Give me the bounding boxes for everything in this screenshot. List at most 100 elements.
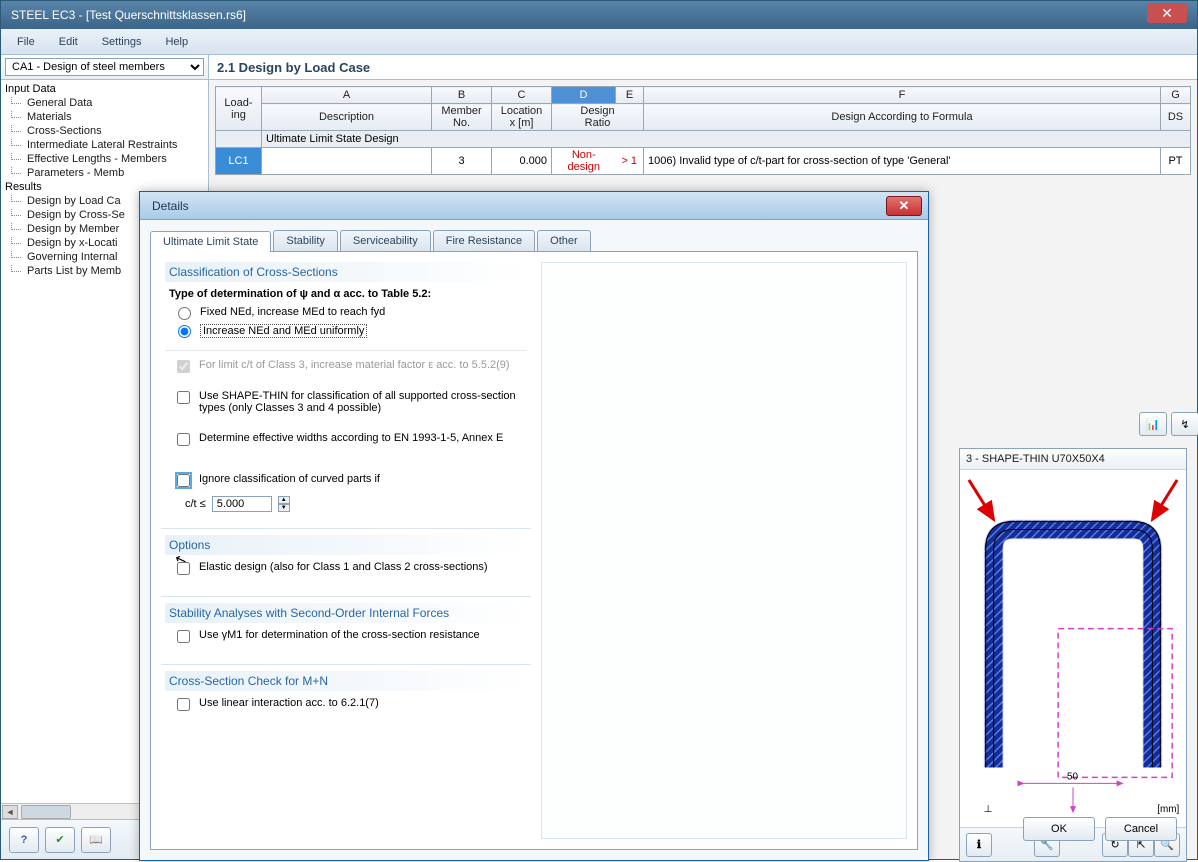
menu-edit[interactable]: Edit	[49, 32, 88, 52]
check-linear-interaction-input[interactable]	[177, 698, 190, 711]
case-selector-wrap: CA1 - Design of steel members	[1, 55, 209, 79]
ct-label: c/t ≤	[185, 498, 206, 510]
tree-input-data[interactable]: Input Data	[5, 82, 204, 96]
radio-fixed-ned[interactable]: Fixed NEd, increase MEd to reach fyd	[165, 304, 527, 322]
check-gamma-m1-input[interactable]	[177, 630, 190, 643]
tree-lateral-restraints[interactable]: Intermediate Lateral Restraints	[5, 138, 204, 152]
ct-spin-up[interactable]: ▲	[278, 496, 290, 504]
shape-info-button[interactable]: ℹ	[966, 833, 992, 857]
ct-spinner: c/t ≤ ▲ ▼	[165, 496, 527, 512]
app-window: STEEL EC3 - [Test Querschnittsklassen.rs…	[0, 0, 1198, 860]
dialog-titlebar[interactable]: Details ✕	[140, 192, 928, 220]
svg-text:⊥: ⊥	[984, 804, 993, 815]
bottom-buttons: OK Cancel	[1023, 817, 1177, 841]
menu-help[interactable]: Help	[155, 32, 198, 52]
tab-stability[interactable]: Stability	[273, 230, 338, 251]
cell-ds[interactable]: PT	[1161, 148, 1191, 175]
check-annex-e[interactable]: Determine effective widths according to …	[165, 430, 527, 451]
col-letter-f[interactable]: F	[644, 87, 1161, 104]
tab-fire[interactable]: Fire Resistance	[433, 230, 535, 251]
tab-serviceability[interactable]: Serviceability	[340, 230, 431, 251]
book-button[interactable]: 📖	[81, 827, 111, 853]
tab-content: Classification of Cross-Sections Type of…	[150, 252, 918, 850]
cell-location[interactable]: 0.000	[492, 148, 552, 175]
col-location[interactable]: Location x [m]	[492, 104, 552, 131]
cell-ratio-text[interactable]: Non-design	[552, 148, 616, 175]
ct-value-input[interactable]	[212, 496, 272, 512]
col-letter-b[interactable]: B	[432, 87, 492, 104]
check-ignore-curved-input[interactable]	[177, 474, 190, 487]
view-toolbar: 📊 ↯ ▦ ⟀ ▯ ↗ ◎ 👁	[1139, 412, 1198, 436]
check-linear-interaction[interactable]: Use linear interaction acc. to 6.2.1(7)	[165, 695, 527, 716]
col-description[interactable]: Description	[262, 104, 432, 131]
tab-uls[interactable]: Ultimate Limit State	[150, 231, 271, 252]
help-button[interactable]: ?	[9, 827, 39, 853]
col-letter-c[interactable]: C	[492, 87, 552, 104]
table-section-row: Ultimate Limit State Design	[216, 131, 1191, 148]
ok-button[interactable]: OK	[1023, 817, 1095, 841]
shape-viewport[interactable]: 50 [mm] ⊥	[960, 470, 1186, 827]
col-letter-e[interactable]: E	[616, 87, 644, 104]
check-elastic-design-input[interactable]	[177, 562, 190, 575]
window-close-button[interactable]: ✕	[1147, 3, 1187, 23]
cell-member[interactable]: 3	[432, 148, 492, 175]
results-table: Load- ing A B C D E F G Description Memb…	[215, 86, 1191, 175]
group-classification-title: Classification of Cross-Sections	[165, 262, 527, 282]
check-limit-class3: For limit c/t of Class 3, increase mater…	[165, 357, 527, 378]
page-heading: 2.1 Design by Load Case	[209, 55, 1197, 79]
check-elastic-design-label: Elastic design (also for Class 1 and Cla…	[199, 561, 488, 573]
case-selector[interactable]: CA1 - Design of steel members	[5, 58, 204, 76]
view-btn-1[interactable]: 📊	[1139, 412, 1167, 436]
check-shapethin[interactable]: Use SHAPE-THIN for classification of all…	[165, 388, 527, 416]
tree-cross-sections[interactable]: Cross-Sections	[5, 124, 204, 138]
cell-lc[interactable]: LC1	[216, 148, 262, 175]
scroll-left-icon[interactable]: ◄	[2, 805, 18, 819]
check-annex-e-label: Determine effective widths according to …	[199, 432, 503, 444]
radio-fixed-ned-input[interactable]	[178, 307, 191, 320]
check-elastic-design[interactable]: Elastic design (also for Class 1 and Cla…	[165, 559, 527, 580]
cancel-button[interactable]: Cancel	[1105, 817, 1177, 841]
radio-increase-uniformly-input[interactable]	[178, 325, 191, 338]
col-design-ratio[interactable]: Design Ratio	[552, 104, 644, 131]
tree-effective-lengths[interactable]: Effective Lengths - Members	[5, 152, 204, 166]
col-loading[interactable]: Load- ing	[216, 87, 262, 131]
results-table-wrap: Load- ing A B C D E F G Description Memb…	[215, 86, 1191, 175]
cell-ratio-symbol[interactable]: > 1	[616, 148, 644, 175]
radio-increase-uniformly[interactable]: Increase NEd and MEd uniformly	[165, 322, 527, 340]
tree-materials[interactable]: Materials	[5, 110, 204, 124]
check-annex-e-input[interactable]	[177, 433, 190, 446]
toprow: CA1 - Design of steel members 2.1 Design…	[1, 55, 1197, 80]
section-label: Ultimate Limit State Design	[262, 131, 1191, 148]
dim-50: 50	[1067, 771, 1079, 782]
dialog-tabs: Ultimate Limit State Stability Serviceab…	[150, 230, 918, 252]
view-btn-2[interactable]: ↯	[1171, 412, 1198, 436]
cell-formula[interactable]: 1006) Invalid type of c/t-part for cross…	[644, 148, 1161, 175]
scroll-thumb[interactable]	[21, 805, 71, 819]
col-letter-a[interactable]: A	[262, 87, 432, 104]
cell-description[interactable]	[262, 148, 432, 175]
check-gamma-m1[interactable]: Use γM1 for determination of the cross-s…	[165, 627, 527, 648]
col-member-no[interactable]: Member No.	[432, 104, 492, 131]
tree-general-data[interactable]: General Data	[5, 96, 204, 110]
check-linear-interaction-label: Use linear interaction acc. to 6.2.1(7)	[199, 697, 379, 709]
help-icon: ?	[21, 834, 28, 846]
dialog-close-button[interactable]: ✕	[886, 196, 922, 216]
tab-other[interactable]: Other	[537, 230, 591, 251]
menu-settings[interactable]: Settings	[92, 32, 152, 52]
tree-parameters[interactable]: Parameters - Memb	[5, 166, 204, 180]
window-title: STEEL EC3 - [Test Querschnittsklassen.rs…	[11, 8, 246, 22]
check-ignore-curved[interactable]: Ignore classification of curved parts if	[165, 471, 527, 492]
check-shapethin-input[interactable]	[177, 391, 190, 404]
check-button[interactable]: ✔	[45, 827, 75, 853]
details-dialog: Details ✕ Ultimate Limit State Stability…	[139, 191, 929, 861]
col-ds[interactable]: DS	[1161, 104, 1191, 131]
col-letter-g[interactable]: G	[1161, 87, 1191, 104]
dialog-title: Details	[146, 199, 189, 213]
group-options-title: Options	[165, 535, 527, 555]
col-design-formula[interactable]: Design According to Formula	[644, 104, 1161, 131]
ct-spin-down[interactable]: ▼	[278, 504, 290, 512]
menu-file[interactable]: File	[7, 32, 45, 52]
shape-title: 3 - SHAPE-THIN U70X50X4	[960, 449, 1186, 470]
col-letter-d[interactable]: D	[552, 87, 616, 104]
table-row[interactable]: LC1 3 0.000 Non-design > 1 1006) Invalid…	[216, 148, 1191, 175]
